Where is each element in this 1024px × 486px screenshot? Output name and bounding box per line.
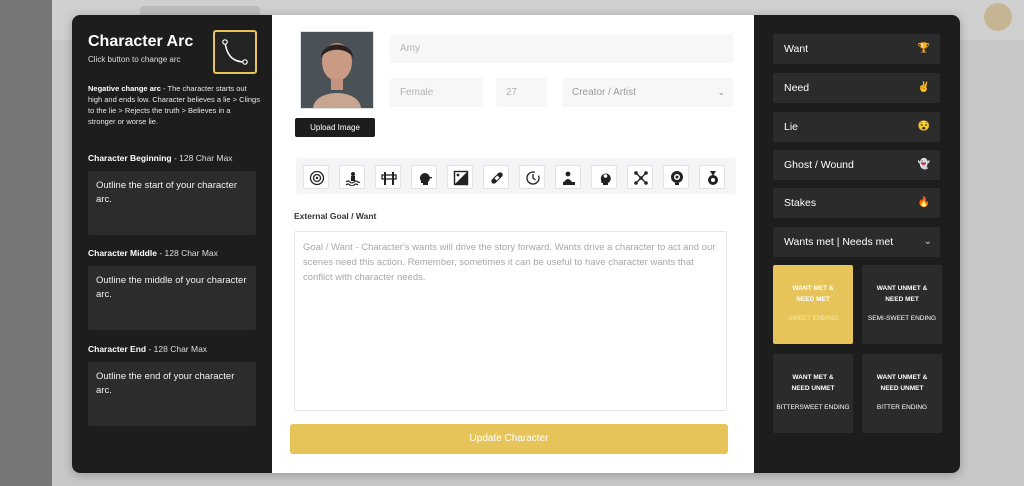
drowning-icon[interactable] — [339, 165, 365, 189]
character-details-panel: Upload Image Amy Female 27 Creator / Art… — [272, 15, 754, 473]
target-icon[interactable] — [303, 165, 329, 189]
fire-icon: 🔥 — [917, 197, 930, 208]
lie-button[interactable]: Lie 😵 — [773, 112, 940, 142]
ending-card-bittersweet[interactable]: WANT MET & NEED UNMET BITTERSWEET ENDING — [773, 354, 853, 433]
arc-type: Negative change arc — [88, 84, 161, 93]
beginning-label: Character Beginning - 128 Char Max — [88, 153, 233, 163]
ending-card-semi-sweet[interactable]: WANT UNMET & NEED MET SEMI-SWEET ENDING — [862, 265, 942, 344]
trophy-icon: 🏆 — [917, 43, 930, 54]
dizzy-face-icon: 😵 — [917, 121, 930, 132]
want-button[interactable]: Want 🏆 — [773, 34, 940, 64]
character-arc-panel: Character Arc Click button to change arc… — [72, 15, 272, 473]
arc-curve-icon — [222, 39, 248, 65]
character-stack-icon[interactable] — [555, 165, 581, 189]
bandage-icon[interactable] — [483, 165, 509, 189]
portrait-image — [301, 32, 373, 108]
goal-label: External Goal / Want — [294, 211, 377, 221]
name-field[interactable]: Amy — [390, 34, 733, 63]
role-select[interactable]: Creator / Artist ⌄ — [562, 78, 733, 107]
end-textarea[interactable]: Outline the end of your character arc. — [88, 362, 256, 426]
goal-textarea[interactable]: Goal / Want - Character's wants will dri… — [294, 231, 727, 411]
motivation-panel: Want 🏆 Need ✌️ Lie 😵 Ghost / Wound 👻 Stakes 🔥… — [754, 15, 960, 473]
history-clock-icon[interactable] — [519, 165, 545, 189]
change-arc-button[interactable] — [213, 30, 257, 74]
mind-head-icon[interactable] — [591, 165, 617, 189]
character-portrait — [300, 31, 374, 109]
ghost-icon: 👻 — [917, 159, 930, 170]
beginning-textarea[interactable]: Outline the start of your character arc. — [88, 171, 256, 235]
ghost-wound-button[interactable]: Ghost / Wound 👻 — [773, 150, 940, 180]
need-button[interactable]: Need ✌️ — [773, 73, 940, 103]
victory-hand-icon: ✌️ — [917, 82, 930, 93]
character-modal: Character Arc Click button to change arc… — [72, 15, 960, 473]
medal-icon[interactable] — [699, 165, 725, 189]
network-icon[interactable] — [627, 165, 653, 189]
ending-card-bitter[interactable]: WANT UNMET & NEED UNMET BITTER ENDING — [862, 354, 942, 433]
speaking-head-icon[interactable] — [411, 165, 437, 189]
middle-textarea[interactable]: Outline the middle of your character arc… — [88, 266, 256, 330]
stakes-button[interactable]: Stakes 🔥 — [773, 188, 940, 218]
image-frame-icon[interactable] — [447, 165, 473, 189]
eye-ring-icon[interactable] — [663, 165, 689, 189]
chevron-down-icon: ⌄ — [717, 87, 725, 97]
age-field[interactable]: 27 — [496, 78, 547, 107]
middle-label: Character Middle - 128 Char Max — [88, 248, 218, 258]
upload-image-button[interactable]: Upload Image — [295, 118, 375, 137]
arc-description: Negative change arc - The character star… — [88, 83, 260, 127]
role-select-value: Creator / Artist — [572, 87, 636, 98]
chevron-down-icon: ⌄ — [923, 236, 932, 247]
wants-needs-dropdown[interactable]: Wants met | Needs met ⌄ — [773, 227, 940, 257]
update-character-button[interactable]: Update Character — [290, 424, 728, 454]
trait-icons-toolbar — [296, 158, 736, 194]
gender-field[interactable]: Female — [390, 78, 483, 107]
end-label: Character End - 128 Char Max — [88, 344, 208, 354]
ending-card-sweet[interactable]: WANT MET & NEED MET SWEET ENDING — [773, 265, 853, 344]
barrier-icon[interactable] — [375, 165, 401, 189]
